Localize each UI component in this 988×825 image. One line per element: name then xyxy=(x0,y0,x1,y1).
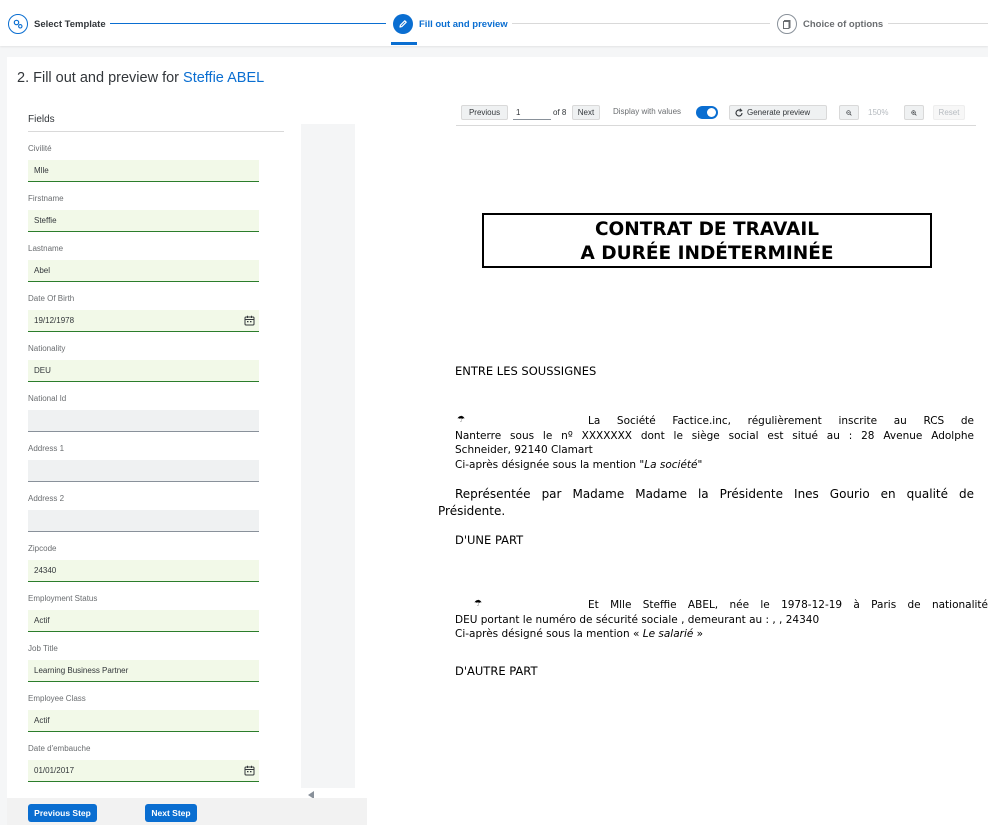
generate-preview-button[interactable]: Generate preview xyxy=(729,105,827,120)
heading-other-part: D'AUTRE PART xyxy=(455,664,538,678)
company-line-4: Ci-après désignée sous la mention "La so… xyxy=(455,458,974,473)
field-label-address-1: Address 1 xyxy=(28,444,65,453)
toggle-knob xyxy=(707,108,716,117)
wizard-progress-bar: Select Template Fill out and preview Cho… xyxy=(0,0,988,46)
zoom-in-icon xyxy=(911,109,917,116)
wizard-step-label: Select Template xyxy=(34,18,106,30)
field-label-date-of-birth: Date Of Birth xyxy=(28,294,75,303)
company-paragraph: La Société Factice.inc, régulièrement in… xyxy=(455,414,974,472)
company-line-3: Schneider, 92140 Clamart xyxy=(455,444,593,456)
company-line-2: Nanterre sous le nº XXXXXXX dont le sièg… xyxy=(455,429,974,442)
field-label-lastname: Lastname xyxy=(28,244,64,253)
company-mention-suffix: " xyxy=(697,458,703,471)
field-label-hire-date: Date d'embauche xyxy=(28,744,91,753)
next-page-button[interactable]: Next xyxy=(572,105,600,120)
employee-mention-suffix: » xyxy=(693,628,704,640)
document-title: CONTRAT DE TRAVAIL A DURÉE INDÉTERMINÉE xyxy=(482,213,932,268)
zoom-out-icon xyxy=(846,109,852,116)
employee-mention: Le salarié xyxy=(642,628,694,640)
employee-name: Steffie ABEL xyxy=(183,70,265,86)
preview-toolbar: Previous of 8 Next Display with values G… xyxy=(456,101,976,126)
splitter-panel[interactable] xyxy=(301,124,355,788)
page-title: 2. Fill out and preview for Steffie ABEL xyxy=(17,70,264,86)
zoom-level: 150% xyxy=(868,108,889,117)
previous-step-button[interactable]: Previous Step xyxy=(28,804,97,822)
employee-line-1: Et Mlle Steffie ABEL, née le 1978-12-19 … xyxy=(588,599,988,611)
wizard-connector-done xyxy=(110,23,386,24)
represented-line-2: Présidente. xyxy=(438,503,506,518)
wizard-step-label: Choice of options xyxy=(803,18,884,30)
date-of-birth-value: 19/12/1978 xyxy=(34,316,75,325)
generate-preview-label: Generate preview xyxy=(747,108,811,117)
represented-line-1: Représentée par Madame Madame la Préside… xyxy=(455,487,974,501)
wizard-step-label: Fill out and preview xyxy=(419,18,508,30)
next-step-button[interactable]: Next Step xyxy=(145,804,197,822)
pencil-icon xyxy=(393,14,413,34)
heading-parties: ENTRE LES SOUSSIGNES xyxy=(455,364,597,378)
page-title-text: 2. Fill out and preview for xyxy=(17,70,179,86)
national-id-field[interactable] xyxy=(28,410,259,432)
wizard-connector-todo xyxy=(512,23,770,24)
field-label-employment-status: Employment Status xyxy=(28,594,98,603)
field-label-employee-class: Employee Class xyxy=(28,694,86,703)
field-label-nationality: Nationality xyxy=(28,344,66,353)
calendar-icon[interactable] xyxy=(244,315,255,326)
previous-page-button[interactable]: Previous xyxy=(461,105,508,120)
company-line-1: La Société Factice.inc, régulièrement in… xyxy=(588,415,974,427)
field-label-zipcode: Zipcode xyxy=(28,544,57,553)
heading-one-part: D'UNE PART xyxy=(455,533,524,547)
zoom-out-button[interactable] xyxy=(839,105,859,120)
refresh-icon xyxy=(735,107,743,117)
hire-date-field[interactable]: 01/01/2017 xyxy=(28,760,259,782)
reset-zoom-button[interactable]: Reset xyxy=(933,105,965,120)
hire-date-value: 01/01/2017 xyxy=(34,766,75,775)
fields-section-header: Fields xyxy=(28,114,284,132)
wizard-connector-todo xyxy=(888,23,988,24)
company-mention: La société xyxy=(644,458,698,471)
active-step-indicator xyxy=(391,42,417,45)
display-values-toggle[interactable] xyxy=(696,106,718,119)
date-of-birth-field[interactable]: 19/12/1978 xyxy=(28,310,259,332)
address-1-field[interactable] xyxy=(28,460,259,482)
employee-mention-prefix: Ci-après désigné sous la mention « xyxy=(455,628,643,640)
employee-line-2: DEU portant le numéro de sécurité social… xyxy=(455,613,820,626)
document-title-line2: A DURÉE INDÉTERMINÉE xyxy=(580,243,834,264)
display-values-label: Display with values xyxy=(613,107,682,116)
field-label-national-id: National Id xyxy=(28,394,67,403)
wizard-step-fill-out[interactable]: Fill out and preview xyxy=(393,13,508,35)
job-title-field[interactable]: Learning Business Partner xyxy=(28,660,259,682)
field-label-address-2: Address 2 xyxy=(28,494,65,503)
company-mention-prefix: Ci-après désignée sous la mention " xyxy=(455,458,645,471)
calendar-icon[interactable] xyxy=(244,765,255,776)
wizard-step-select-template[interactable]: Select Template xyxy=(8,13,106,35)
employee-line-3: Ci-après désigné sous la mention « Le sa… xyxy=(455,627,988,642)
civilite-field[interactable]: Mlle xyxy=(28,160,259,182)
lastname-field[interactable]: Abel xyxy=(28,260,259,282)
wizard-step-choice-options[interactable]: Choice of options xyxy=(777,13,883,35)
gear-icon xyxy=(8,14,28,34)
page-number-input[interactable] xyxy=(513,105,551,120)
zoom-in-button[interactable] xyxy=(904,105,924,120)
field-label-civilite: Civilité xyxy=(28,144,52,153)
address-2-field[interactable] xyxy=(28,510,259,532)
nationality-field[interactable]: DEU xyxy=(28,360,259,382)
field-label-job-title: Job Title xyxy=(28,644,58,653)
field-label-firstname: Firstname xyxy=(28,194,64,203)
employment-status-field[interactable]: Actif xyxy=(28,610,259,632)
employee-class-field[interactable]: Actif xyxy=(28,710,259,732)
employee-paragraph: Et Mlle Steffie ABEL, née le 1978-12-19 … xyxy=(455,598,988,642)
document-icon xyxy=(777,14,797,34)
zipcode-field[interactable]: 24340 xyxy=(28,560,259,582)
document-title-line1: CONTRAT DE TRAVAIL xyxy=(594,219,819,240)
page-count-label: of 8 xyxy=(553,108,567,117)
firstname-field[interactable]: Steffie xyxy=(28,210,259,232)
main-panel: 2. Fill out and preview for Steffie ABEL… xyxy=(7,57,988,825)
represented-paragraph: Représentée par Madame Madame la Préside… xyxy=(438,486,974,519)
